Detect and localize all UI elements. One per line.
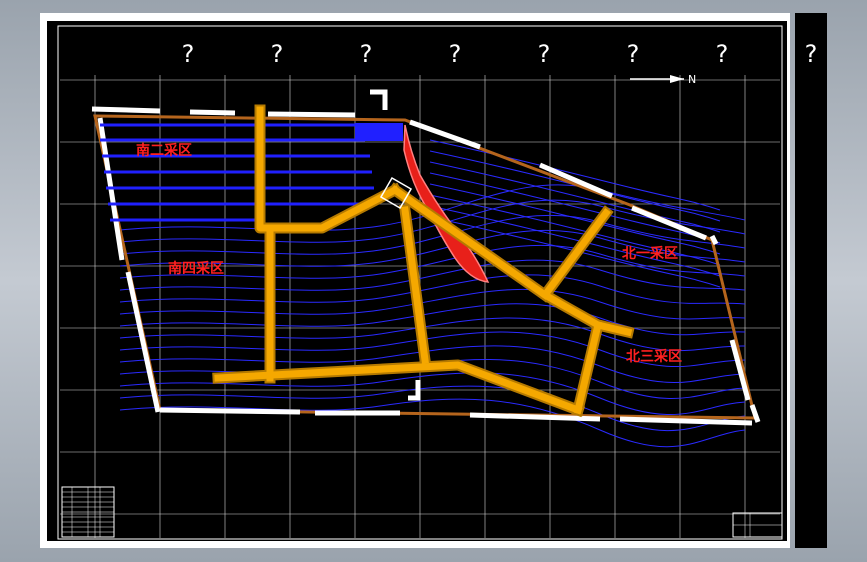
title-mark: ? [360,40,373,68]
zone-label-north-3: 北三采区 [626,348,682,365]
working-face-block [355,123,403,141]
mine-plan-drawing: ? ? ? ? ? ? ? ? N 南二采区 南四采区 北一采区 北三采区 [47,21,818,541]
zone-label-south-2: 南二采区 [136,142,192,159]
title-mark: ? [449,40,462,68]
title-mark: ? [271,40,284,68]
title-mark: ? [538,40,551,68]
north-arrow-label: N [688,73,696,86]
zone-label-south-4: 南四采区 [168,260,224,277]
title-mark: ? [805,40,818,68]
title-mark: ? [716,40,729,68]
title-mark: ? [627,40,640,68]
title-mark: ? [182,40,195,68]
zone-label-north-1: 北一采区 [622,245,678,262]
